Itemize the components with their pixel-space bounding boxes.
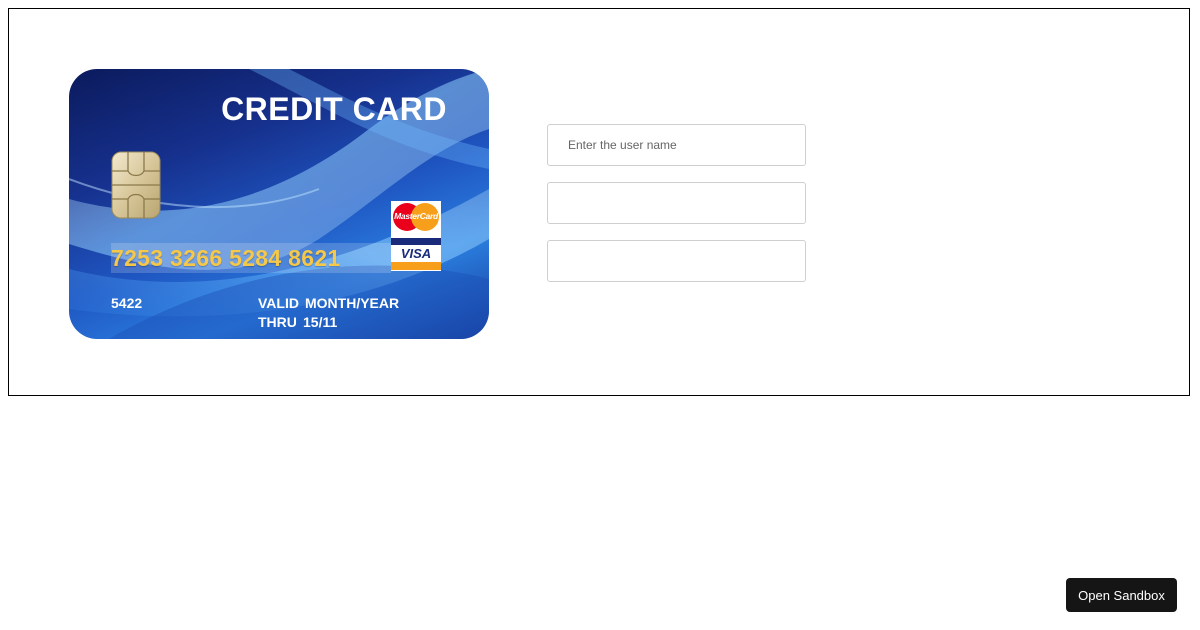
card-expiry: 15/11	[303, 314, 338, 330]
card-title: CREDIT CARD	[221, 91, 447, 127]
credit-card: CREDIT CARD MasterCard VISA 7253 3266 52…	[69, 69, 489, 339]
username-input[interactable]	[547, 124, 806, 166]
month-year-label: MONTH/YEAR	[305, 295, 400, 311]
thru-label: THRU	[258, 314, 297, 330]
preview-frame: CREDIT CARD MasterCard VISA 7253 3266 52…	[8, 8, 1190, 396]
card-field-2-input[interactable]	[547, 182, 806, 224]
chip-icon	[111, 151, 161, 219]
visa-logo-icon: VISA	[400, 246, 432, 261]
card-field-3-input[interactable]	[547, 240, 806, 282]
mastercard-text: MasterCard	[394, 211, 438, 221]
card-number: 7253 3266 5284 8621	[111, 245, 341, 271]
valid-label: VALID	[258, 295, 299, 311]
card-brand-logos: MasterCard VISA	[391, 201, 441, 271]
card-code: 5422	[111, 295, 143, 311]
open-sandbox-button[interactable]: Open Sandbox	[1066, 578, 1177, 612]
